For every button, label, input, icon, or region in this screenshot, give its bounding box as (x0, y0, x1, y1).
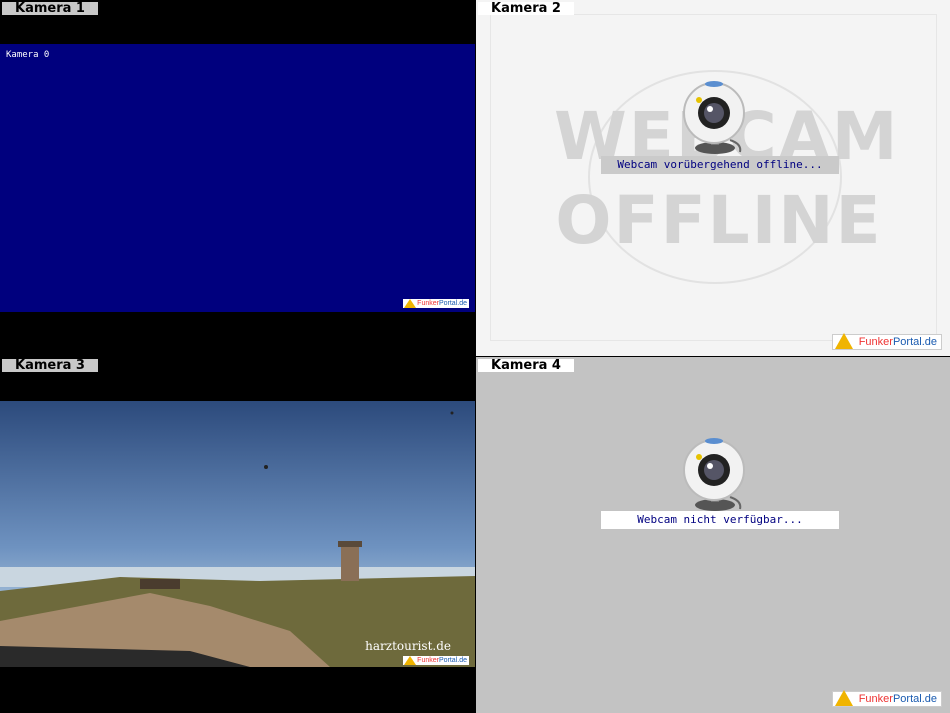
camera-1-overlay-text: Kamera 0 (6, 50, 50, 60)
camera-2-label: Kamera 2 (478, 2, 574, 15)
camera-4-label: Kamera 4 (478, 359, 574, 372)
camera-1-panel[interactable]: Kamera 1 Kamera 0 FunkerPortal.de (0, 0, 475, 356)
funkerportal-watermark: FunkerPortal.de (831, 690, 942, 707)
funkerportal-logo-icon (834, 333, 853, 349)
funkerportal-watermark: FunkerPortal.de (403, 299, 469, 308)
camera-1-label: Kamera 1 (2, 2, 98, 15)
camera-3-label: Kamera 3 (2, 359, 98, 372)
unavailable-message: Webcam nicht verfügbar... (601, 511, 839, 529)
webcam-icon (683, 438, 745, 511)
test-pattern-border (936, 14, 937, 341)
offline-bg-text-2: OFFLINE (555, 182, 883, 259)
webcam-icon (683, 81, 745, 154)
funkerportal-logo-icon (404, 299, 417, 308)
camera-2-panel[interactable]: Kamera 2 WEBCAM OFFLINE Webcam vorüberge… (476, 0, 950, 356)
funkerportal-logo-icon (404, 656, 417, 665)
camera-1-feed: Kamera 0 FunkerPortal.de (0, 44, 475, 312)
harztourist-credit: harztourist.de (365, 639, 451, 653)
funkerportal-watermark: FunkerPortal.de (831, 333, 942, 350)
funkerportal-watermark: FunkerPortal.de (403, 656, 469, 665)
offline-message: Webcam vorübergehend offline... (601, 156, 839, 174)
camera-3-feed (0, 401, 475, 667)
test-pattern-border (490, 14, 491, 341)
camera-3-panel[interactable]: Kamera 3 harztourist.de FunkerPortal.de (0, 357, 475, 713)
funkerportal-logo-icon (834, 690, 853, 706)
camera-4-panel[interactable]: Kamera 4 Webcam nicht verfügbar... Funke… (476, 357, 950, 713)
